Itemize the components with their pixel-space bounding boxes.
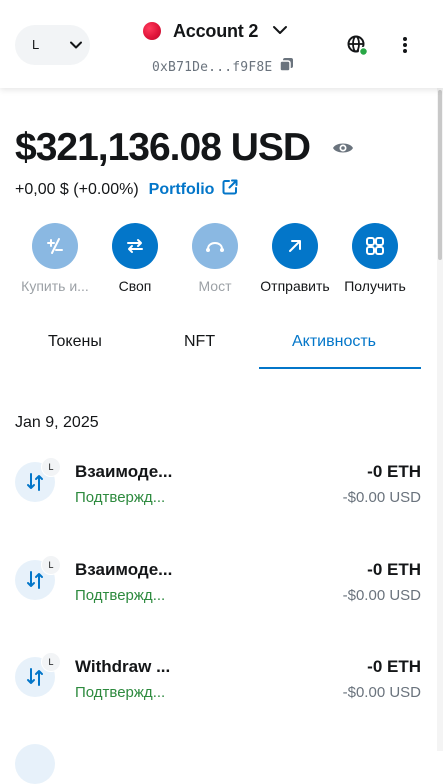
activity-row[interactable]: L Взаимоде... Подтвержд... -0 ETH -$0.00… (0, 457, 443, 528)
contract-interaction-icon (15, 744, 55, 784)
portfolio-link[interactable]: Portfolio (149, 181, 215, 199)
swap-label: Своп (118, 278, 152, 294)
activity-title: Взаимоде... (75, 560, 173, 579)
bridge-button[interactable]: Мост (172, 223, 258, 294)
send-button[interactable]: Отправить (252, 223, 338, 294)
receive-button[interactable]: Получить (332, 223, 418, 294)
chevron-down-icon (272, 23, 288, 42)
account-avatar (143, 22, 161, 40)
network-badge: L (41, 457, 61, 477)
buy-sell-icon (32, 223, 78, 269)
tab-activity[interactable]: Активность (292, 333, 376, 351)
receive-label: Получить (344, 278, 406, 294)
activity-fiat: -$0.00 USD (342, 489, 421, 506)
tab-nft[interactable]: NFT (184, 333, 215, 351)
eye-icon[interactable] (331, 138, 355, 163)
app-header: L Account 2 0xB71De...f9F8E (0, 0, 443, 88)
buy-sell-button[interactable]: Купить и... (12, 223, 98, 294)
activity-amount: -0 ETH (367, 560, 421, 579)
account-name: Account 2 (173, 20, 259, 41)
activity-status: Подтвержд... (75, 684, 166, 701)
external-link-icon[interactable] (221, 178, 239, 201)
network-badge: L (41, 555, 61, 575)
asset-tabs: Токены NFT Активность (0, 333, 443, 371)
activity-row[interactable]: L Withdraw ... Подтвержд... -0 ETH -$0.0… (0, 652, 443, 723)
balance-change-row: +0,00 $ (+0.00%) Portfolio (15, 179, 239, 201)
chevron-down-icon (69, 38, 83, 57)
activity-title: Взаимоде... (75, 462, 173, 481)
activity-amount: -0 ETH (367, 657, 421, 676)
send-label: Отправить (260, 278, 330, 294)
globe-connection-icon[interactable] (347, 35, 369, 62)
action-bar: Купить и... Своп Мост Отправить Получить (0, 223, 443, 298)
copy-icon (279, 57, 294, 77)
receive-icon (352, 223, 398, 269)
swap-icon (112, 223, 158, 269)
bridge-icon (192, 223, 238, 269)
network-label: L (32, 37, 40, 52)
bridge-label: Мост (198, 278, 232, 294)
more-options-icon[interactable] (398, 36, 412, 59)
network-picker[interactable]: L (15, 25, 90, 65)
scrollbar-thumb[interactable] (438, 90, 442, 260)
activity-status: Подтвержд... (75, 489, 166, 506)
account-address: 0xB71De...f9F8E (152, 59, 273, 75)
address-copy[interactable]: 0xB71De...f9F8E (152, 58, 294, 76)
activity-status: Подтвержд... (75, 587, 166, 604)
activity-fiat: -$0.00 USD (342, 684, 421, 701)
active-tab-indicator (259, 367, 421, 369)
network-badge: L (41, 652, 61, 672)
swap-button[interactable]: Своп (92, 223, 178, 294)
buy-sell-label: Купить и... (21, 278, 89, 294)
activity-date: Jan 9, 2025 (15, 414, 99, 431)
activity-amount: -0 ETH (367, 462, 421, 481)
activity-fiat: -$0.00 USD (342, 587, 421, 604)
send-icon (272, 223, 318, 269)
activity-title: Withdraw ... (75, 657, 171, 676)
activity-row[interactable]: L Взаимоде... Подтвержд... -0 ETH -$0.00… (0, 555, 443, 626)
total-balance: $321,136.08 USD (15, 126, 311, 169)
account-picker[interactable]: Account 2 (143, 18, 288, 44)
tab-tokens[interactable]: Токены (48, 333, 102, 351)
balance-change: +0,00 $ (+0.00%) (15, 181, 139, 198)
